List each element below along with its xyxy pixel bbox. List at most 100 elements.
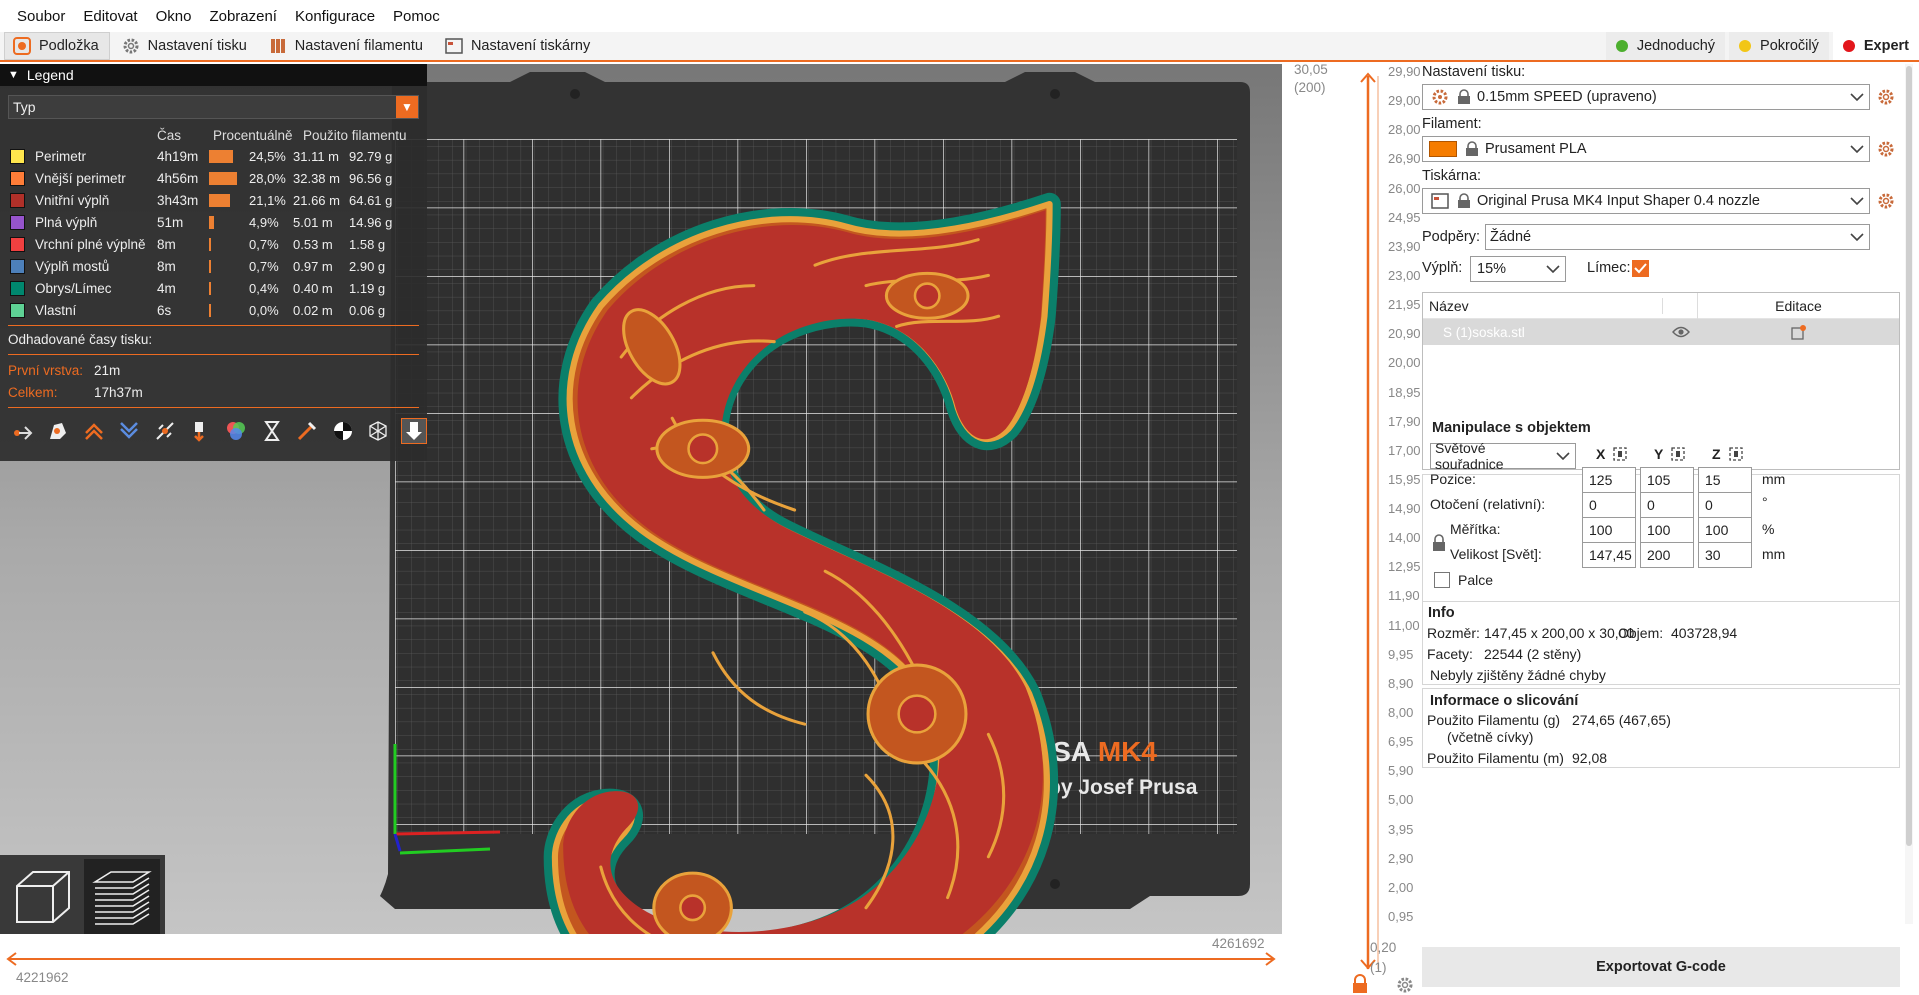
drop-to-bed-y-icon[interactable] bbox=[1670, 446, 1686, 462]
vslider-lock-icon[interactable] bbox=[1351, 974, 1369, 994]
vslider-tick-label: 5,00 bbox=[1388, 792, 1414, 808]
brim-label: Límec: bbox=[1587, 260, 1631, 276]
legend-row[interactable]: Perimetr 4h19m 24,5% 31.11 m 92.79 g bbox=[0, 145, 427, 167]
legend-feature-name: Vnější perimetr bbox=[35, 170, 126, 186]
legend-feature-name: Vlastní bbox=[35, 302, 77, 318]
header-edit: Editace bbox=[1775, 297, 1822, 314]
filament-edit-gear-icon[interactable] bbox=[1877, 140, 1895, 158]
legend-percent-bar bbox=[209, 193, 230, 207]
legend-color-swatch bbox=[10, 148, 25, 164]
scale-x-input[interactable]: 100 bbox=[1582, 517, 1636, 543]
brim-checkbox[interactable] bbox=[1632, 260, 1649, 277]
vslider-tick-label: 3,95 bbox=[1388, 821, 1414, 837]
rotation-x-input[interactable]: 0 bbox=[1582, 492, 1636, 518]
legend-row[interactable]: Vrchní plné výplně 8m 0,7% 0.53 m 1.58 g bbox=[0, 233, 427, 255]
legend-feature-name: Obrys/Límec bbox=[35, 280, 112, 296]
scale-z-input[interactable]: 100 bbox=[1698, 517, 1752, 543]
legend-row[interactable]: Vlastní 6s 0,0% 0.02 m 0.06 g bbox=[0, 299, 427, 321]
scale-y-input[interactable]: 100 bbox=[1640, 517, 1694, 543]
scale-lock-icon[interactable] bbox=[1432, 534, 1446, 552]
axis-y-label: Y bbox=[1654, 446, 1664, 462]
legend-row[interactable]: Plná výplň 51m 4,9% 5.01 m 14.96 g bbox=[0, 211, 427, 233]
inches-checkbox[interactable] bbox=[1434, 572, 1450, 588]
rotation-y-input[interactable]: 0 bbox=[1640, 492, 1694, 518]
menu-editovat[interactable]: Editovat bbox=[74, 0, 146, 32]
object-row[interactable]: S (1)soska.stl bbox=[1423, 319, 1899, 345]
legend-rows: Perimetr 4h19m 24,5% 31.11 m 92.79 g Vnější p… bbox=[0, 145, 427, 321]
edit-object-icon[interactable] bbox=[1698, 324, 1899, 340]
menu-soubor[interactable]: Soubor bbox=[8, 0, 74, 32]
retractions-icon[interactable] bbox=[81, 418, 107, 444]
travel-moves-icon[interactable] bbox=[10, 418, 36, 444]
printer-combo[interactable]: Original Prusa MK4 Input Shaper 0.4 nozz… bbox=[1422, 188, 1870, 214]
dropdown-arrow-icon: ▼ bbox=[396, 96, 418, 118]
size-x-input[interactable]: 147,45 bbox=[1582, 542, 1636, 568]
collapse-triangle-icon: ▼ bbox=[8, 69, 19, 81]
seams-icon[interactable] bbox=[152, 418, 178, 444]
filament-combo[interactable]: Prusament PLA bbox=[1422, 136, 1870, 162]
position-x-input[interactable]: 125 bbox=[1582, 467, 1636, 493]
supports-combo[interactable]: Žádné bbox=[1485, 224, 1870, 250]
position-label: Pozice: bbox=[1430, 471, 1476, 487]
custom-gcode-icon[interactable] bbox=[294, 418, 320, 444]
eye-icon[interactable] bbox=[1663, 326, 1698, 338]
coordinate-mode-combo[interactable]: Světové souřadnice bbox=[1430, 440, 1576, 472]
layers-view-button[interactable] bbox=[84, 859, 160, 935]
drop-to-bed-x-icon[interactable] bbox=[1612, 446, 1628, 462]
3d-view-button[interactable] bbox=[4, 859, 80, 935]
menu-okno[interactable]: Okno bbox=[147, 0, 201, 32]
export-gcode-button[interactable]: Exportovat G-code bbox=[1422, 947, 1900, 987]
print-settings-combo[interactable]: 0.15mm SPEED (upraveno) bbox=[1422, 84, 1870, 110]
legend-percent-bar bbox=[209, 237, 211, 251]
panel-scrollbar[interactable] bbox=[1905, 64, 1913, 924]
tool-marker-icon[interactable] bbox=[401, 418, 428, 444]
used-g-value: 274,65 (467,65) bbox=[1572, 712, 1671, 728]
pause-prints-icon[interactable] bbox=[259, 418, 285, 444]
wipe-icon[interactable] bbox=[46, 418, 72, 444]
filament-color-swatch[interactable] bbox=[1429, 141, 1457, 157]
legend-row[interactable]: Vnitřní výplň 3h43m 21,1% 21.66 m 64.61 g bbox=[0, 189, 427, 211]
vslider-tick-label: 5,90 bbox=[1388, 763, 1414, 779]
color-changes-icon[interactable] bbox=[223, 418, 249, 444]
vslider-settings-gear-icon[interactable] bbox=[1396, 976, 1414, 994]
menu-konfigurace[interactable]: Konfigurace bbox=[286, 0, 384, 32]
tab-printer-settings[interactable]: Nastavení tiskárny bbox=[437, 32, 600, 60]
shells-icon[interactable] bbox=[365, 418, 391, 444]
info-title: Info bbox=[1428, 605, 1455, 621]
scale-unit: % bbox=[1762, 521, 1775, 537]
printer-edit-gear-icon[interactable] bbox=[1877, 192, 1895, 210]
tab-print-settings[interactable]: Nastavení tisku bbox=[114, 32, 257, 60]
print-settings-edit-gear-icon[interactable] bbox=[1877, 88, 1895, 106]
rotation-z-input[interactable]: 0 bbox=[1698, 492, 1752, 518]
position-y-input[interactable]: 105 bbox=[1640, 467, 1694, 493]
vslider-track[interactable] bbox=[1348, 64, 1388, 995]
tab-filament-settings[interactable]: Nastavení filamentu bbox=[261, 32, 433, 60]
panel-scrollbar-thumb[interactable] bbox=[1906, 66, 1912, 846]
vslider-tick-label: 14,00 bbox=[1388, 530, 1421, 546]
legend-row[interactable]: Vnější perimetr 4h56m 28,0% 32.38 m 96.56 g bbox=[0, 167, 427, 189]
horizontal-slider-track[interactable] bbox=[0, 934, 1282, 995]
mode-advanced-button[interactable]: Pokročilý bbox=[1729, 32, 1829, 60]
menu-pomoc[interactable]: Pomoc bbox=[384, 0, 449, 32]
tab-plater-label: Podložka bbox=[39, 38, 99, 54]
size-info-value: 147,45 x 200,00 x 30,00 bbox=[1484, 625, 1635, 641]
mode-simple-label: Jednoduchý bbox=[1636, 38, 1716, 54]
infill-combo[interactable]: 15% bbox=[1470, 256, 1566, 282]
tool-changes-icon[interactable] bbox=[188, 418, 214, 444]
mode-simple-button[interactable]: Jednoduchý bbox=[1605, 32, 1726, 60]
view-type-select[interactable]: Typ ▼ bbox=[8, 95, 419, 119]
position-z-input[interactable]: 15 bbox=[1698, 467, 1752, 493]
legend-color-swatch bbox=[10, 214, 25, 230]
legend-separator bbox=[8, 325, 419, 326]
menu-zobrazeni[interactable]: Zobrazení bbox=[200, 0, 286, 32]
drop-to-bed-z-icon[interactable] bbox=[1728, 446, 1744, 462]
tab-plater[interactable]: Podložka bbox=[4, 32, 110, 60]
deretractions-icon[interactable] bbox=[117, 418, 143, 444]
legend-header[interactable]: ▼ Legend bbox=[0, 64, 427, 86]
center-of-gravity-icon[interactable] bbox=[330, 418, 356, 444]
size-y-input[interactable]: 200 bbox=[1640, 542, 1694, 568]
size-z-input[interactable]: 30 bbox=[1698, 542, 1752, 568]
legend-row[interactable]: Obrys/Límec 4m 0,4% 0.40 m 1.19 g bbox=[0, 277, 427, 299]
mode-expert-button[interactable]: Expert bbox=[1832, 32, 1919, 60]
legend-row[interactable]: Výplň mostů 8m 0,7% 0.97 m 2.90 g bbox=[0, 255, 427, 277]
